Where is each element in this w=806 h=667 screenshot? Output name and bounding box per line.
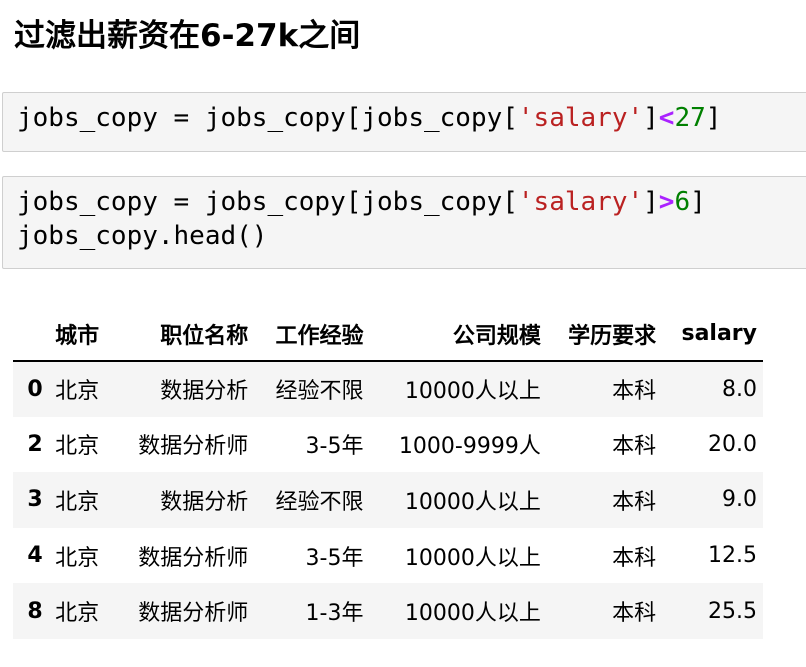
table-row: 2 北京 数据分析师 3-5年 1000-9999人 本科 20.0 bbox=[13, 416, 763, 473]
column-header: 公司规模 bbox=[369, 307, 547, 362]
section-heading: 过滤出薪资在6-27k之间 bbox=[14, 18, 361, 54]
cell-salary: 25.5 bbox=[708, 598, 757, 624]
code-string-token: 'salary' bbox=[517, 103, 644, 133]
code-text-token: jobs_copy.head() bbox=[17, 221, 268, 251]
column-header: salary bbox=[662, 307, 763, 362]
code-line: jobs_copy = jobs_copy[jobs_copy['salary'… bbox=[17, 185, 806, 219]
cell-job-title: 数据分析师 bbox=[138, 601, 249, 627]
code-line: jobs_copy.head() bbox=[17, 219, 806, 253]
code-text-token: ] bbox=[690, 187, 706, 217]
cell-salary: 12.5 bbox=[708, 543, 757, 569]
cell-job-title: 数据分析 bbox=[160, 379, 249, 405]
dataframe-output-table: 城市 职位名称 工作经验 公司规模 学历要求 salary 0 北京 数据分析 … bbox=[13, 307, 763, 639]
code-cell-filter-min-head[interactable]: jobs_copy = jobs_copy[jobs_copy['salary'… bbox=[2, 176, 806, 269]
code-cell-filter-max[interactable]: jobs_copy = jobs_copy[jobs_copy['salary'… bbox=[2, 92, 806, 152]
code-text-token: jobs_copy = jobs_copy[jobs_copy[ bbox=[17, 103, 518, 133]
cell-education: 本科 bbox=[612, 545, 657, 571]
cell-company-size: 10000人以上 bbox=[404, 379, 541, 405]
cell-education: 本科 bbox=[612, 434, 657, 460]
cell-city: 北京 bbox=[55, 545, 100, 571]
code-string-token: 'salary' bbox=[517, 187, 644, 217]
table-row: 8 北京 数据分析师 1-3年 10000人以上 本科 25.5 bbox=[13, 583, 763, 639]
code-text-token: ] bbox=[643, 187, 659, 217]
cell-salary: 9.0 bbox=[722, 487, 757, 513]
code-text-token: jobs_copy = jobs_copy[jobs_copy[ bbox=[17, 187, 518, 217]
code-text-token: ] bbox=[643, 103, 659, 133]
cell-company-size: 10000人以上 bbox=[404, 489, 541, 515]
cell-experience: 经验不限 bbox=[275, 489, 364, 515]
table-header-row: 城市 职位名称 工作经验 公司规模 学历要求 salary bbox=[13, 307, 763, 362]
row-index: 4 bbox=[27, 543, 43, 569]
cell-salary: 20.0 bbox=[708, 431, 757, 457]
column-header: 城市 bbox=[49, 307, 114, 362]
table-row: 4 北京 数据分析师 3-5年 10000人以上 本科 12.5 bbox=[13, 527, 763, 584]
index-header bbox=[13, 307, 50, 362]
cell-education: 本科 bbox=[612, 379, 657, 405]
column-header: 职位名称 bbox=[113, 307, 255, 362]
cell-job-title: 数据分析师 bbox=[138, 434, 249, 460]
cell-education: 本科 bbox=[612, 489, 657, 515]
cell-experience: 1-3年 bbox=[305, 601, 364, 627]
row-index: 0 bbox=[27, 376, 43, 402]
cell-job-title: 数据分析师 bbox=[138, 545, 249, 571]
cell-experience: 3-5年 bbox=[305, 545, 364, 571]
cell-experience: 经验不限 bbox=[275, 379, 364, 405]
cell-company-size: 10000人以上 bbox=[404, 545, 541, 571]
column-header: 学历要求 bbox=[546, 307, 663, 362]
code-number-token: 6 bbox=[674, 187, 691, 217]
row-index: 8 bbox=[27, 598, 43, 624]
cell-education: 本科 bbox=[612, 601, 657, 627]
cell-city: 北京 bbox=[55, 379, 100, 405]
column-header: 工作经验 bbox=[254, 307, 370, 362]
row-index: 3 bbox=[27, 487, 43, 513]
code-line: jobs_copy = jobs_copy[jobs_copy['salary'… bbox=[17, 101, 806, 135]
cell-job-title: 数据分析 bbox=[160, 489, 249, 515]
code-number-token: 27 bbox=[674, 103, 706, 133]
code-text-token: ] bbox=[705, 103, 722, 133]
table-row: 3 北京 数据分析 经验不限 10000人以上 本科 9.0 bbox=[13, 472, 763, 528]
code-operator-token: < bbox=[658, 103, 675, 133]
cell-city: 北京 bbox=[55, 489, 100, 515]
cell-salary: 8.0 bbox=[722, 376, 757, 402]
table-row: 0 北京 数据分析 经验不限 10000人以上 本科 8.0 bbox=[13, 361, 763, 417]
cell-company-size: 10000人以上 bbox=[404, 601, 541, 627]
cell-company-size: 1000-9999人 bbox=[398, 434, 541, 460]
cell-city: 北京 bbox=[55, 434, 100, 460]
code-operator-token: > bbox=[658, 187, 675, 217]
cell-city: 北京 bbox=[55, 601, 100, 627]
cell-experience: 3-5年 bbox=[305, 434, 364, 460]
row-index: 2 bbox=[27, 431, 43, 457]
